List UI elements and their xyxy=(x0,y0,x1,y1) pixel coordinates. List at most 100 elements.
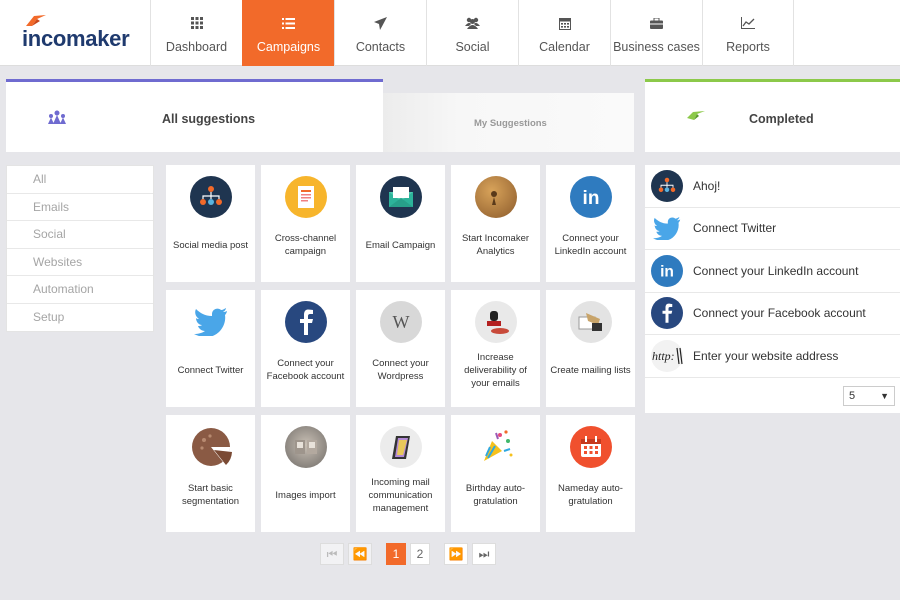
people-network-icon xyxy=(46,110,68,127)
suggestion-card[interactable]: Connect Twitter xyxy=(166,290,255,407)
card-label: Birthday auto-gratulation xyxy=(465,483,526,507)
send-icon xyxy=(374,16,387,30)
tab-my-suggestions[interactable]: My Suggestions xyxy=(383,93,634,152)
nav-business-cases[interactable]: Business cases xyxy=(610,0,702,66)
suggestion-card[interactable]: Birthday auto-gratulation xyxy=(451,415,540,532)
nav-label: Dashboard xyxy=(165,40,228,54)
main-nav: Dashboard Campaigns Contacts Social Cale… xyxy=(150,0,794,66)
nav-contacts[interactable]: Contacts xyxy=(334,0,426,66)
category-item-automation[interactable]: Automation xyxy=(7,276,153,304)
caret-down-icon: ▼ xyxy=(880,390,889,401)
pagination: ⏮ ⏪ 1 2 ⏩ ⏭ xyxy=(320,543,496,565)
card-label: Connect your LinkedIn account xyxy=(554,233,627,257)
suggestion-card[interactable]: W Connect your Wordpress xyxy=(356,290,445,407)
card-label: Images import xyxy=(275,489,336,501)
completed-item[interactable]: Ahoj! xyxy=(645,165,900,208)
nav-campaigns[interactable]: Campaigns xyxy=(242,0,334,66)
users-icon xyxy=(465,16,480,30)
completed-footer: 5 ▼ xyxy=(645,378,900,413)
linkedin-icon: in xyxy=(651,254,683,287)
card-label: Email Campaign xyxy=(365,239,436,251)
card-label: Start basic segmentation xyxy=(181,483,240,507)
completed-item-label: Connect your LinkedIn account xyxy=(693,263,859,278)
wordpress-icon: W xyxy=(379,301,422,343)
page-size-select[interactable]: 5 ▼ xyxy=(843,385,895,406)
suggestion-card[interactable]: Nameday auto-gratulation xyxy=(546,415,635,532)
tab-completed[interactable]: Completed xyxy=(645,79,900,152)
suggestion-card[interactable]: in Connect your LinkedIn account xyxy=(546,165,635,282)
card-label: Social media post xyxy=(173,239,248,251)
suggestion-card[interactable]: Start Incomaker Analytics xyxy=(451,165,540,282)
card-label: Connect your Facebook account xyxy=(266,358,345,382)
grid-icon xyxy=(190,16,203,30)
suggestions-grid: Social media post Cross-channel campaign… xyxy=(166,165,635,532)
nav-label: Contacts xyxy=(355,40,406,54)
suggestion-card[interactable]: Incoming mail communication management xyxy=(356,415,445,532)
facebook-icon xyxy=(651,297,683,330)
twitter-icon xyxy=(651,212,683,245)
logo-text: incomaker xyxy=(22,26,130,51)
first-page-button[interactable]: ⏮ xyxy=(320,543,344,565)
prev-page-button[interactable]: ⏪ xyxy=(348,543,372,565)
category-item-websites[interactable]: Websites xyxy=(7,249,153,276)
svg-text:in: in xyxy=(660,263,674,279)
card-label: Connect your Wordpress xyxy=(372,358,429,382)
hierarchy-icon xyxy=(189,176,232,218)
nav-reports[interactable]: Reports xyxy=(702,0,794,66)
completed-item[interactable]: http: Enter your website address xyxy=(645,335,900,378)
images-icon xyxy=(284,426,327,468)
card-label: Create mailing lists xyxy=(550,364,631,376)
svg-text:in: in xyxy=(582,188,599,208)
pie-icon xyxy=(189,426,232,468)
suggestion-card[interactable]: Connect your Facebook account xyxy=(261,290,350,407)
list-icon xyxy=(282,16,295,30)
nav-label: Reports xyxy=(726,40,770,54)
category-item-all[interactable]: All xyxy=(7,166,153,194)
tab-all-suggestions[interactable]: All suggestions xyxy=(6,79,383,152)
page-button-2[interactable]: 2 xyxy=(410,543,430,565)
suggestion-card[interactable]: Increase deliverability of your emails xyxy=(451,290,540,407)
stamp-icon xyxy=(474,301,517,343)
category-item-emails[interactable]: Emails xyxy=(7,194,153,221)
nav-dashboard[interactable]: Dashboard xyxy=(150,0,242,66)
suggestion-card[interactable]: Social media post xyxy=(166,165,255,282)
nav-social[interactable]: Social xyxy=(426,0,518,66)
party-icon xyxy=(474,426,517,468)
category-item-social[interactable]: Social xyxy=(7,221,153,249)
category-item-setup[interactable]: Setup xyxy=(7,304,153,332)
incomaker-logo[interactable]: incomaker xyxy=(22,14,132,54)
next-page-button[interactable]: ⏩ xyxy=(444,543,468,565)
card-label: Start Incomaker Analytics xyxy=(461,233,530,257)
http-icon: http: xyxy=(651,339,683,372)
completed-item-label: Connect Twitter xyxy=(693,221,777,236)
tab-label: My Suggestions xyxy=(474,118,547,129)
suggestion-card[interactable]: Email Campaign xyxy=(356,165,445,282)
suggestion-card[interactable]: Start basic segmentation xyxy=(166,415,255,532)
mailing-icon xyxy=(569,301,612,343)
suggestion-card[interactable]: Images import xyxy=(261,415,350,532)
card-label: Nameday auto-gratulation xyxy=(558,483,623,507)
suggestion-card[interactable]: Create mailing lists xyxy=(546,290,635,407)
category-sidebar: All Emails Social Websites Automation Se… xyxy=(6,165,154,332)
linkedin-icon: in xyxy=(569,176,612,218)
completed-list: Ahoj! Connect Twitter in Connect your Li… xyxy=(645,165,900,413)
completed-item[interactable]: in Connect your LinkedIn account xyxy=(645,250,900,293)
tab-label: All suggestions xyxy=(162,112,256,126)
check-arrow-icon xyxy=(685,110,707,125)
tab-label: Completed xyxy=(749,112,814,126)
completed-item-label: Ahoj! xyxy=(693,178,721,193)
page-button-1[interactable]: 1 xyxy=(386,543,406,565)
last-page-button[interactable]: ⏭ xyxy=(472,543,496,565)
nav-calendar[interactable]: Calendar xyxy=(518,0,610,66)
chart-icon xyxy=(741,16,755,30)
card-label: Increase deliverability of your emails xyxy=(464,351,527,389)
suggestion-card[interactable]: Cross-channel campaign xyxy=(261,165,350,282)
completed-item[interactable]: Connect Twitter xyxy=(645,208,900,250)
briefcase-icon xyxy=(650,16,663,30)
nav-label: Calendar xyxy=(539,40,590,54)
calendar-icon xyxy=(569,426,612,468)
completed-item[interactable]: Connect your Facebook account xyxy=(645,293,900,335)
calendar-icon xyxy=(558,16,571,30)
card-label: Cross-channel campaign xyxy=(274,233,337,257)
completed-item-label: Enter your website address xyxy=(693,348,839,363)
